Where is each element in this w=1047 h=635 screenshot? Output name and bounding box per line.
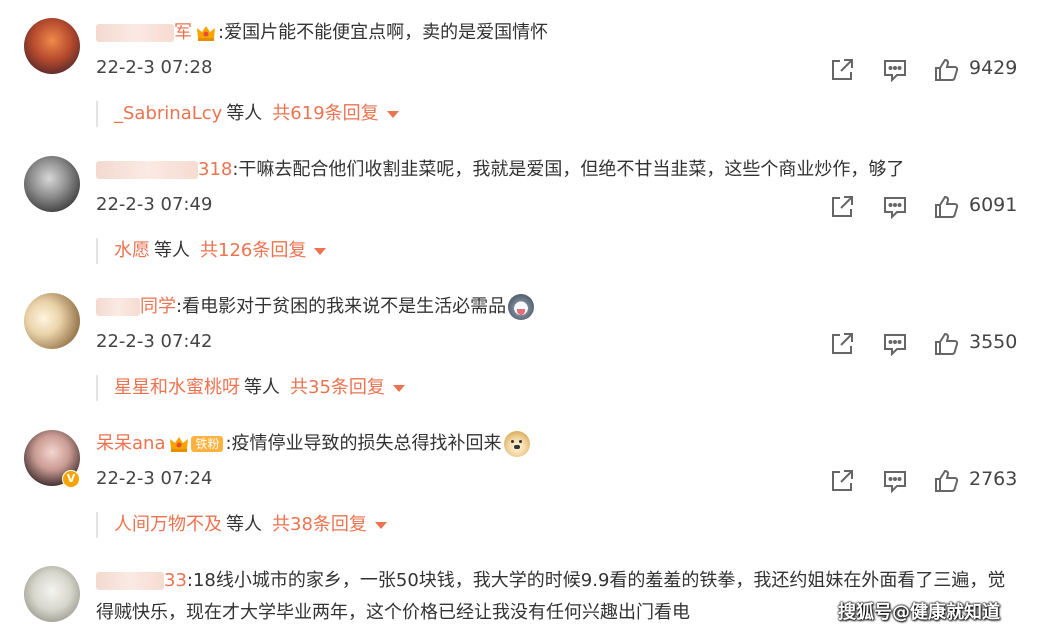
- reply-summary[interactable]: 人间万物不及 等人 共38条回复: [96, 512, 387, 538]
- comment-time: 22-2-3 07:49: [96, 194, 213, 215]
- avatar[interactable]: [24, 156, 80, 212]
- comment-text: :干嘛去配合他们收割韭菜呢，我就是爱国，但绝不甘当韭菜，这些个商业炒作，够了: [232, 159, 905, 180]
- like-count: 2763: [969, 468, 1018, 490]
- like-icon[interactable]: [932, 330, 960, 358]
- username[interactable]: 318: [198, 159, 232, 180]
- chevron-down-icon[interactable]: [386, 110, 399, 118]
- username[interactable]: 33: [164, 570, 187, 591]
- like-icon[interactable]: [932, 56, 960, 84]
- username[interactable]: 同学: [140, 296, 176, 317]
- watermark: 搜狐号@健康就知道: [838, 602, 1000, 623]
- comment-time: 22-2-3 07:42: [96, 331, 213, 352]
- crown-icon: [170, 437, 189, 452]
- reply-summary[interactable]: _SabrinaLcy 等人 共619条回复: [96, 101, 399, 127]
- comment-icon[interactable]: [881, 193, 909, 221]
- reply-summary[interactable]: 水愿 等人 共126条回复: [96, 238, 327, 264]
- username[interactable]: 军: [174, 22, 192, 43]
- username-mask: [96, 161, 198, 179]
- username[interactable]: 呆呆ana: [96, 433, 165, 454]
- crown-icon: [197, 26, 215, 41]
- reply-summary[interactable]: 星星和水蜜桃呀 等人 共35条回复: [96, 375, 405, 401]
- comment-page: { "comments": [ { "name_visible": "军", "…: [0, 0, 1047, 635]
- avatar[interactable]: [24, 293, 80, 349]
- reply-total[interactable]: 共126条回复: [200, 240, 306, 261]
- doge-emoji-icon: [503, 431, 530, 457]
- verified-badge-icon: V: [62, 470, 80, 488]
- like-count: 6091: [969, 194, 1018, 216]
- reply-user[interactable]: 人间万物不及: [114, 514, 222, 535]
- reply-etc: 等人: [244, 377, 280, 398]
- reply-user[interactable]: 水愿: [114, 240, 150, 261]
- comment-text: :疫情停业导致的损失总得找补回来: [225, 433, 502, 454]
- comment-line: 呆呆ana 铁粉:疫情停业导致的损失总得找补回来: [96, 431, 530, 457]
- avatar[interactable]: [24, 566, 80, 622]
- comment-line: 318:干嘛去配合他们收割韭菜呢，我就是爱国，但绝不甘当韭菜，这些个商业炒作，够…: [96, 157, 904, 183]
- reply-etc: 等人: [226, 103, 263, 124]
- share-icon[interactable]: [828, 330, 856, 358]
- reply-etc: 等人: [226, 514, 262, 535]
- reply-user[interactable]: _SabrinaLcy: [114, 103, 222, 124]
- comment-time: 22-2-3 07:24: [96, 468, 213, 489]
- reply-etc: 等人: [154, 240, 190, 261]
- comment-line: 同学:看电影对于贫困的我来说不是生活必需品: [96, 294, 535, 320]
- chevron-down-icon[interactable]: [374, 521, 387, 529]
- comment-text: :爱国片能不能便宜点啊，卖的是爱国情怀: [218, 22, 549, 43]
- comment-icon[interactable]: [881, 330, 909, 358]
- share-icon[interactable]: [828, 467, 856, 495]
- share-icon[interactable]: [828, 193, 856, 221]
- fan-badge: 铁粉: [191, 436, 224, 452]
- username-mask: [96, 298, 140, 316]
- reply-total[interactable]: 共38条回复: [272, 514, 367, 535]
- like-icon[interactable]: [932, 193, 960, 221]
- comment-text: :看电影对于贫困的我来说不是生活必需品: [176, 296, 507, 317]
- share-icon[interactable]: [828, 56, 856, 84]
- reply-total[interactable]: 共35条回复: [290, 377, 385, 398]
- comment-icon[interactable]: [881, 56, 909, 84]
- chevron-down-icon[interactable]: [314, 247, 327, 255]
- reply-user[interactable]: 星星和水蜜桃呀: [114, 377, 240, 398]
- like-icon[interactable]: [932, 467, 960, 495]
- username-mask: [96, 24, 174, 42]
- avatar[interactable]: [24, 18, 80, 74]
- reply-total[interactable]: 共619条回复: [272, 103, 378, 124]
- username-mask: [96, 572, 164, 590]
- like-count: 3550: [969, 331, 1018, 353]
- husky-emoji-icon: [508, 294, 535, 320]
- comment-icon[interactable]: [881, 467, 909, 495]
- like-count: 9429: [969, 57, 1018, 79]
- comment-time: 22-2-3 07:28: [96, 57, 213, 78]
- chevron-down-icon[interactable]: [392, 384, 405, 392]
- comment-line: 军 :爱国片能不能便宜点啊，卖的是爱国情怀: [96, 20, 548, 46]
